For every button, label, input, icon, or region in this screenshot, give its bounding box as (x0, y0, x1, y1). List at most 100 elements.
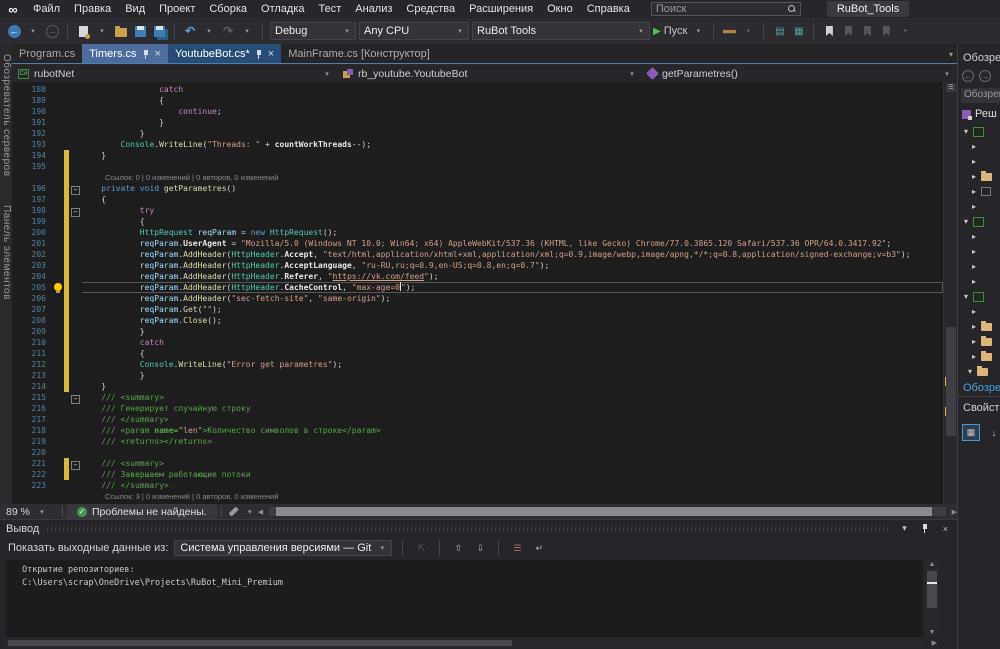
code-line-208[interactable]: 208 reqParam.Close(); (12, 315, 943, 326)
glyph-margin[interactable] (52, 425, 64, 436)
outline-margin[interactable] (69, 381, 82, 392)
glyph-margin[interactable] (52, 249, 64, 260)
outline-margin[interactable] (69, 117, 82, 128)
glyph-margin[interactable] (52, 447, 64, 458)
outline-margin[interactable] (69, 260, 82, 271)
glyph-margin[interactable] (52, 293, 64, 304)
code-line-209[interactable]: 209 } (12, 326, 943, 337)
toolbox-tab[interactable]: Панель элементов (1, 205, 12, 300)
code-line-218[interactable]: 218 /// <param name="len">Количество сим… (12, 425, 943, 436)
solution-tree-item-0[interactable]: ▾ (958, 124, 1000, 139)
collapsed-arrow-icon[interactable]: ▸ (970, 322, 978, 331)
codelens-info[interactable]: Ссылок: 0 | 0 изменений | 0 авторов, 0 и… (105, 173, 278, 182)
collapsed-arrow-icon[interactable]: ▸ (970, 232, 978, 241)
save-button[interactable] (132, 22, 148, 40)
solution-node[interactable]: Реш (962, 108, 997, 120)
close-icon[interactable]: × (155, 49, 161, 59)
goto-message-icon[interactable]: ⇱ (413, 541, 429, 556)
glyph-margin[interactable] (52, 370, 64, 381)
clear-all-icon[interactable]: ☰ (509, 541, 525, 556)
solution-platform-select[interactable]: Any CPU ▾ (359, 22, 469, 40)
outline-margin[interactable] (69, 414, 82, 425)
editor-horizontal-scrollbar[interactable] (269, 507, 946, 516)
build-project-button[interactable]: ▤ (771, 22, 787, 40)
glyph-margin[interactable] (52, 194, 64, 205)
solution-tree-item-2[interactable]: ▸ (958, 154, 1000, 169)
menu-item-проект[interactable]: Проект (152, 3, 202, 15)
code-line-200[interactable]: 200 HttpRequest reqParam = new HttpReque… (12, 227, 943, 238)
outline-margin[interactable]: − (69, 205, 82, 216)
expanded-arrow-icon[interactable]: ▾ (966, 367, 974, 376)
output-text-area[interactable]: Открытие репозиториев:C:\Users\scrap\One… (6, 560, 923, 637)
new-file-dropdown-icon[interactable]: ▾ (94, 22, 110, 40)
server-explorer-tab[interactable]: Обозреватель серверов (1, 54, 12, 177)
prev-bookmark-button[interactable] (840, 22, 856, 40)
code-line-195[interactable]: 195 (12, 161, 943, 172)
collapsed-arrow-icon[interactable]: ▸ (970, 157, 978, 166)
code-cleanup-dropdown-icon[interactable]: ▾ (246, 508, 254, 516)
output-vertical-scrollbar[interactable]: ▲ ▼ (925, 560, 939, 637)
close-icon[interactable]: × (268, 49, 274, 59)
code-line-205[interactable]: 205 reqParam.AddHeader(HttpHeader.CacheC… (12, 282, 943, 293)
collapsed-arrow-icon[interactable]: ▸ (970, 142, 978, 151)
menu-item-окно[interactable]: Окно (540, 3, 580, 15)
glyph-margin[interactable] (52, 282, 64, 293)
solution-tree-item-4[interactable]: ▸ (958, 184, 1000, 199)
toolbar-overflow-icon[interactable]: ▾ (897, 22, 913, 40)
scrollbar-thumb[interactable] (8, 640, 512, 646)
new-file-button[interactable] (75, 22, 91, 40)
build-solution-button[interactable]: ▦ (790, 22, 806, 40)
output-source-select[interactable]: Система управления версиями — Git ▾ (174, 540, 392, 556)
tab-program.cs[interactable]: Program.cs (12, 44, 82, 63)
glyph-margin[interactable] (52, 348, 64, 359)
codelens-row[interactable]: Ссылок: 0 | 0 изменений | 0 авторов, 0 и… (12, 172, 943, 183)
outline-margin[interactable] (69, 95, 82, 106)
outline-margin[interactable] (69, 403, 82, 414)
zoom-level-select[interactable]: 89 % ▾ (6, 506, 58, 518)
code-line-213[interactable]: 213 } (12, 370, 943, 381)
scrollbar-thumb[interactable] (927, 571, 937, 608)
open-file-button[interactable] (113, 22, 129, 40)
glyph-margin[interactable] (52, 216, 64, 227)
outline-margin[interactable] (69, 238, 82, 249)
output-horizontal-scrollbar[interactable] (6, 638, 923, 648)
glyph-margin[interactable] (52, 491, 64, 502)
solution-tree-item-3[interactable]: ▸ (958, 169, 1000, 184)
outline-margin[interactable] (69, 161, 82, 172)
codelens-info[interactable]: Ссылок: 3 | 0 изменений | 0 авторов, 0 и… (105, 492, 278, 501)
solution-explorer-bottom-tab[interactable]: Обозрев (963, 382, 1000, 394)
window-position-icon[interactable]: ▾ (899, 523, 910, 534)
code-line-192[interactable]: 192 } (12, 128, 943, 139)
outline-margin[interactable] (69, 227, 82, 238)
code-line-214[interactable]: 214 } (12, 381, 943, 392)
expanded-arrow-icon[interactable]: ▾ (962, 292, 970, 301)
panel-drag-grip[interactable] (47, 527, 891, 532)
outline-margin[interactable] (69, 425, 82, 436)
glyph-margin[interactable] (52, 183, 64, 194)
code-line-193[interactable]: 193 Console.WriteLine("Threads: " + coun… (12, 139, 943, 150)
collapsed-arrow-icon[interactable]: ▸ (970, 262, 978, 271)
outline-margin[interactable] (69, 271, 82, 282)
redo-button[interactable]: ↷ (220, 22, 236, 40)
code-line-204[interactable]: 204 reqParam.AddHeader(HttpHeader.Refere… (12, 271, 943, 282)
tab-youtubebot.cs-[interactable]: YoutubeBot.cs*× (168, 44, 281, 63)
code-line-217[interactable]: 217 /// </summary> (12, 414, 943, 425)
glyph-margin[interactable] (52, 315, 64, 326)
undo-button[interactable]: ↶ (182, 22, 198, 40)
code-line-207[interactable]: 207 reqParam.Get(""); (12, 304, 943, 315)
glyph-margin[interactable] (52, 480, 64, 491)
outline-margin[interactable] (69, 106, 82, 117)
code-line-222[interactable]: 222 /// Завершаем работающие потоки (12, 469, 943, 480)
code-line-189[interactable]: 189 { (12, 95, 943, 106)
code-line-221[interactable]: 221− /// <summary> (12, 458, 943, 469)
glyph-margin[interactable] (52, 304, 64, 315)
solution-tree-item-11[interactable]: ▾ (958, 289, 1000, 304)
outline-margin[interactable] (69, 128, 82, 139)
menu-item-тест[interactable]: Тест (312, 3, 349, 15)
search-input[interactable]: Поиск (651, 2, 801, 16)
outline-margin[interactable] (69, 447, 82, 458)
glyph-margin[interactable] (52, 150, 64, 161)
solution-configuration-select[interactable]: Debug ▾ (270, 22, 356, 40)
glyph-margin[interactable] (52, 271, 64, 282)
collapsed-arrow-icon[interactable]: ▸ (970, 277, 978, 286)
